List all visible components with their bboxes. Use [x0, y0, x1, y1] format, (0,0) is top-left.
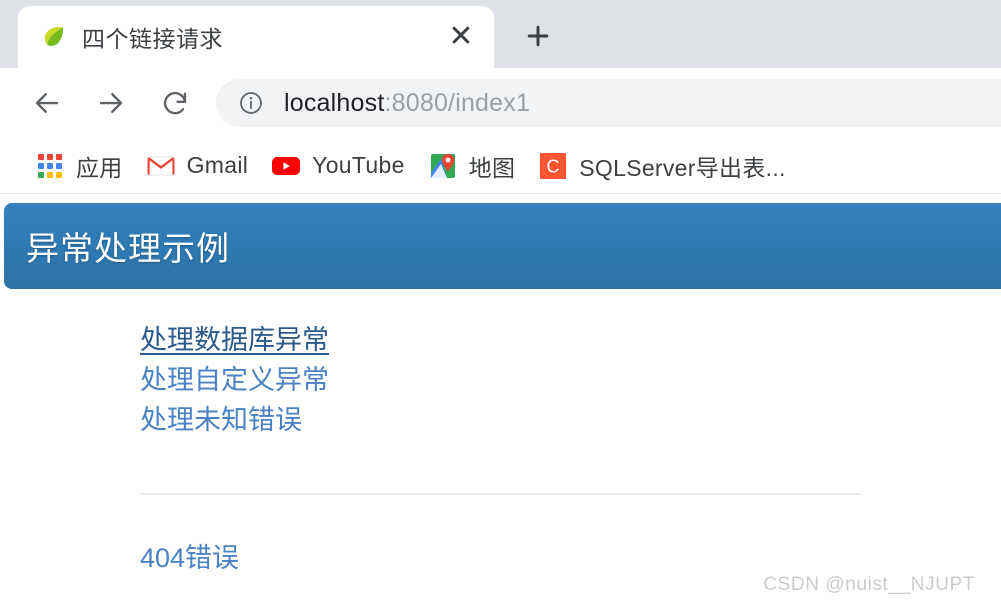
bookmark-label: SQLServer导出表...: [579, 154, 786, 181]
browser-toolbar: localhost:8080/index1: [0, 68, 1001, 138]
close-icon[interactable]: ✕: [444, 20, 478, 54]
bookmark-youtube[interactable]: YouTube: [260, 144, 416, 188]
url-path: :8080/index1: [384, 88, 531, 117]
google-maps-icon: [429, 152, 457, 180]
bookmark-gmail[interactable]: Gmail: [135, 144, 261, 188]
page-body: 处理数据库异常 处理自定义异常 处理未知错误 404错误: [0, 289, 1001, 579]
gmail-icon: [147, 152, 175, 180]
forward-button[interactable]: [88, 80, 134, 126]
reload-icon: [163, 92, 187, 115]
site-info-icon[interactable]: [238, 90, 264, 116]
url-host: localhost: [284, 88, 385, 117]
exception-link-list: 处理数据库异常 处理自定义异常 处理未知错误: [140, 321, 1001, 441]
csdn-icon: C: [539, 152, 567, 180]
bookmarks-bar: 应用 Gmail YouTube 地图 C SQLServer导出表...: [0, 138, 1001, 194]
arrow-left-icon: [35, 93, 59, 113]
page-content: 异常处理示例 处理数据库异常 处理自定义异常 处理未知错误 404错误 CSDN…: [0, 194, 1001, 606]
reload-button[interactable]: [152, 80, 198, 126]
bookmark-apps[interactable]: 应用: [24, 144, 135, 188]
link-handle-unknown-error[interactable]: 处理未知错误: [140, 401, 302, 441]
address-bar-text: localhost:8080/index1: [284, 89, 530, 118]
bookmark-label: 地图: [468, 154, 516, 181]
bookmark-label: 应用: [76, 154, 123, 181]
bookmark-sqlserver-export[interactable]: C SQLServer导出表...: [527, 144, 797, 188]
plus-icon: [527, 25, 549, 47]
watermark: CSDN @nuist__NJUPT: [763, 574, 975, 595]
link-handle-database-exception[interactable]: 处理数据库异常: [140, 321, 329, 361]
bookmark-maps[interactable]: 地图: [417, 144, 528, 188]
bookmark-label: Gmail: [186, 152, 249, 178]
youtube-icon: [272, 152, 301, 180]
svg-text:C: C: [547, 156, 560, 176]
section-divider: [140, 492, 862, 495]
new-tab-button[interactable]: [510, 8, 566, 64]
apps-grid-icon: [36, 152, 64, 180]
link-handle-custom-exception[interactable]: 处理自定义异常: [140, 361, 329, 401]
spring-boot-leaf-icon: [40, 24, 66, 50]
page-banner: 异常处理示例: [4, 203, 1001, 289]
browser-tab-active[interactable]: 四个链接请求 ✕: [18, 6, 494, 68]
browser-window: 四个链接请求 ✕ localhost:8080/index1 应用 Gmail …: [0, 0, 1001, 606]
link-404-error[interactable]: 404错误: [140, 539, 239, 579]
bottom-link-section: 404错误: [140, 539, 1001, 579]
page-title: 异常处理示例: [26, 230, 230, 267]
arrow-right-icon: [99, 93, 123, 113]
tab-title: 四个链接请求: [82, 26, 223, 52]
tab-strip: 四个链接请求 ✕: [0, 0, 1001, 68]
back-button[interactable]: [24, 80, 70, 126]
bookmark-label: YouTube: [312, 152, 405, 178]
address-bar[interactable]: localhost:8080/index1: [216, 79, 1001, 127]
